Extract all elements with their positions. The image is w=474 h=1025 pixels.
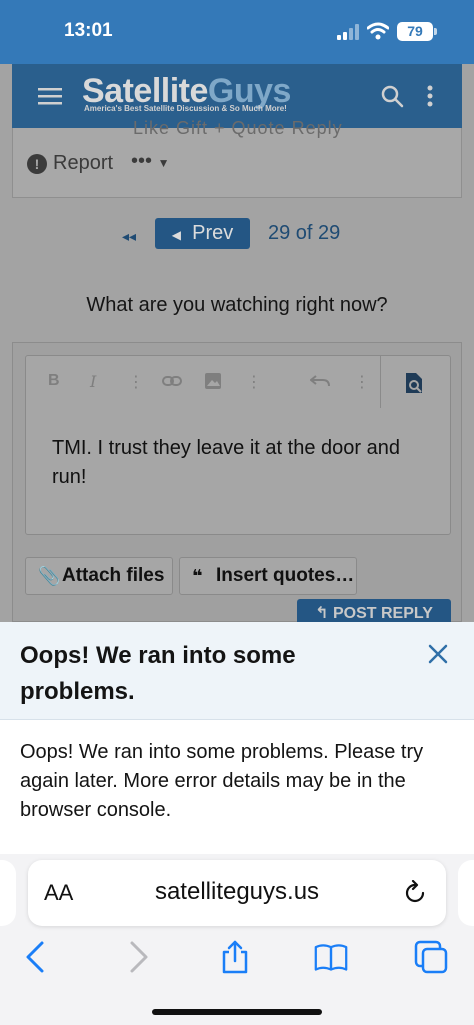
share-icon[interactable] [218, 940, 252, 974]
post-actions-faded: Like Gift + Quote Reply [133, 118, 343, 138]
error-dialog-message: Oops! We ran into some problems. Please … [20, 741, 424, 821]
toolbar-divider [380, 356, 381, 408]
first-page-button[interactable]: ◂◂ [122, 228, 136, 245]
battery-icon: 79 [397, 22, 433, 41]
more-options-label: ••• [131, 150, 153, 172]
post-reply-label: POST REPLY [332, 605, 433, 622]
prev-page-button[interactable]: ◀ Prev [155, 218, 250, 249]
more-vertical-icon[interactable] [426, 84, 434, 108]
more-options-button[interactable]: ••• ▼ [131, 150, 169, 173]
alert-icon: ! [27, 153, 47, 174]
more-text-options-icon[interactable]: ⋮ [128, 372, 144, 392]
back-icon[interactable] [20, 940, 54, 974]
url-text[interactable]: satelliteguys.us [28, 878, 446, 906]
attach-files-button[interactable]: 📎 Attach files [25, 557, 173, 595]
post-reply-button[interactable]: ↰ POST REPLY [297, 599, 451, 622]
reply-form: B I ⋮ ⋮ ⋮ TMI. I trust they leave it at … [12, 342, 462, 622]
search-icon[interactable] [380, 84, 404, 108]
next-tab-peek[interactable] [458, 860, 474, 926]
cellular-signal-icon [337, 24, 359, 40]
tabs-icon[interactable] [414, 940, 448, 974]
browser-toolbar: AA satelliteguys.us [0, 854, 474, 1025]
caret-down-icon: ▼ [157, 156, 170, 170]
bookmarks-icon[interactable] [314, 940, 348, 974]
error-dialog: Oops! We ran into some problems. Oops! W… [0, 622, 474, 854]
more-insert-options-icon[interactable]: ⋮ [246, 372, 262, 392]
pagination: ◂◂ ◀ Prev 29 of 29 [0, 218, 474, 258]
image-icon[interactable] [204, 372, 222, 390]
site-tagline: America's Best Satellite Discussion & So… [84, 104, 287, 113]
page-background: SatelliteGuys America's Best Satellite D… [0, 64, 474, 622]
insert-quotes-button[interactable]: ❝ Insert quotes… [179, 557, 357, 595]
link-icon[interactable] [162, 374, 182, 388]
insert-quotes-label: Insert quotes… [216, 565, 355, 586]
prev-label: Prev [192, 222, 234, 244]
reply-editor[interactable]: B I ⋮ ⋮ ⋮ TMI. I trust they leave it at … [25, 355, 451, 535]
undo-icon[interactable] [310, 374, 330, 388]
wifi-icon [367, 22, 389, 40]
editor-content[interactable]: TMI. I trust they leave it at the door a… [52, 434, 432, 492]
previous-tab-peek[interactable] [0, 860, 16, 926]
error-dialog-header: Oops! We ran into some problems. [0, 622, 474, 720]
status-bar: 13:01 79 [0, 0, 474, 64]
forward-icon[interactable] [120, 940, 154, 974]
reload-icon[interactable] [402, 880, 428, 906]
attach-files-label: Attach files [62, 565, 165, 586]
italic-icon[interactable]: I [90, 372, 96, 391]
status-time: 13:01 [64, 20, 113, 41]
report-button[interactable]: ! Report [27, 152, 113, 175]
bold-icon[interactable]: B [48, 372, 60, 390]
editor-toolbar: B I ⋮ ⋮ ⋮ [26, 356, 452, 408]
home-indicator [152, 1009, 322, 1015]
address-bar[interactable]: AA satelliteguys.us [28, 860, 446, 926]
error-dialog-title: Oops! We ran into some problems. [20, 642, 296, 705]
battery-tip [434, 28, 437, 35]
more-edit-options-icon[interactable]: ⋮ [354, 372, 370, 392]
reply-arrow-icon: ↰ [315, 605, 329, 622]
report-label: Report [53, 152, 114, 174]
hamburger-menu-icon[interactable] [38, 86, 62, 106]
preview-icon[interactable] [404, 372, 424, 394]
close-icon[interactable] [426, 642, 450, 666]
paperclip-icon: 📎 [38, 566, 61, 586]
post-actions-bar: Like Gift + Quote Reply ! Report ••• ▼ [12, 118, 462, 198]
page-count[interactable]: 29 of 29 [268, 222, 340, 245]
chevron-left-icon: ◀ [171, 228, 181, 242]
thread-title: What are you watching right now? [86, 294, 388, 316]
quote-icon: ❝ [192, 566, 203, 586]
